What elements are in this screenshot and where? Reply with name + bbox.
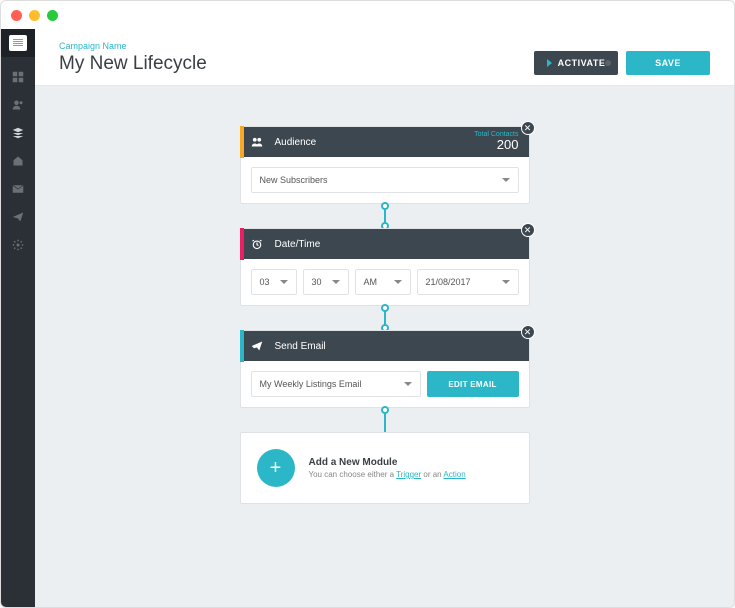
page-title: My New Lifecycle bbox=[59, 53, 207, 75]
connector bbox=[384, 204, 386, 228]
paper-plane-icon bbox=[251, 340, 263, 352]
hour-select[interactable]: 03 bbox=[251, 269, 297, 295]
email-select[interactable]: My Weekly Listings Email bbox=[251, 371, 421, 397]
accent-bar bbox=[240, 126, 244, 158]
caret-down-icon bbox=[502, 178, 510, 182]
titlebar bbox=[1, 1, 734, 29]
connector-knob bbox=[381, 406, 389, 414]
connector bbox=[384, 306, 386, 330]
campaign-label: Campaign Name bbox=[59, 41, 207, 51]
edit-email-button[interactable]: EDIT EMAIL bbox=[427, 371, 519, 397]
nav-contacts[interactable] bbox=[1, 91, 35, 119]
layers-icon bbox=[12, 127, 24, 139]
connector bbox=[384, 408, 386, 432]
workflow-canvas: Audience Total Contacts 200 ✕ New Subscr… bbox=[35, 86, 734, 607]
module-sendemail: Send Email ✕ My Weekly Listings Email ED… bbox=[240, 330, 530, 408]
caret-down-icon bbox=[394, 280, 402, 284]
audience-select[interactable]: New Subscribers bbox=[251, 167, 519, 193]
module-title: Send Email bbox=[275, 341, 326, 352]
main-content: Campaign Name My New Lifecycle ACTIVATE … bbox=[35, 29, 734, 607]
edit-label: EDIT EMAIL bbox=[448, 380, 496, 389]
select-value: 03 bbox=[260, 277, 270, 287]
module-body: New Subscribers bbox=[241, 157, 529, 203]
add-module-button[interactable]: + bbox=[257, 449, 295, 487]
nav-home[interactable] bbox=[1, 147, 35, 175]
nav-settings[interactable] bbox=[1, 231, 35, 259]
app-body: Campaign Name My New Lifecycle ACTIVATE … bbox=[1, 29, 734, 607]
select-value: 21/08/2017 bbox=[426, 277, 471, 287]
connector-knob bbox=[381, 304, 389, 312]
sidebar bbox=[1, 29, 35, 607]
accent-bar bbox=[240, 330, 244, 362]
minute-select[interactable]: 30 bbox=[303, 269, 349, 295]
users-icon bbox=[12, 99, 24, 111]
window-close-dot[interactable] bbox=[11, 10, 22, 21]
module-datetime: Date/Time ✕ 03 30 AM bbox=[240, 228, 530, 306]
module-audience-header: Audience Total Contacts 200 bbox=[241, 127, 529, 157]
accent-bar bbox=[240, 228, 244, 260]
status-indicator bbox=[605, 60, 611, 66]
add-module-card: + Add a New Module You can choose either… bbox=[240, 432, 530, 504]
module-title: Date/Time bbox=[275, 239, 321, 250]
home-icon bbox=[12, 155, 24, 167]
connector-knob bbox=[381, 202, 389, 210]
audience-icon bbox=[251, 136, 263, 148]
window-maximize-dot[interactable] bbox=[47, 10, 58, 21]
topbar: Campaign Name My New Lifecycle ACTIVATE … bbox=[35, 29, 734, 86]
envelope-icon bbox=[12, 183, 24, 195]
select-value: AM bbox=[364, 277, 378, 287]
module-close-button[interactable]: ✕ bbox=[521, 325, 535, 339]
select-value: New Subscribers bbox=[260, 175, 328, 185]
trigger-link[interactable]: Trigger bbox=[396, 470, 421, 479]
add-module-subtext: You can choose either a Trigger or an Ac… bbox=[309, 470, 466, 479]
nav-send[interactable] bbox=[1, 203, 35, 231]
ampm-select[interactable]: AM bbox=[355, 269, 411, 295]
date-select[interactable]: 21/08/2017 bbox=[417, 269, 519, 295]
clock-icon bbox=[251, 238, 263, 250]
module-audience: Audience Total Contacts 200 ✕ New Subscr… bbox=[240, 126, 530, 204]
title-block: Campaign Name My New Lifecycle bbox=[59, 41, 207, 75]
module-close-button[interactable]: ✕ bbox=[521, 223, 535, 237]
save-button[interactable]: SAVE bbox=[626, 51, 710, 75]
add-module-text: Add a New Module You can choose either a… bbox=[309, 457, 466, 479]
paper-plane-icon bbox=[12, 211, 24, 223]
module-title: Audience bbox=[275, 137, 317, 148]
nav-campaigns[interactable] bbox=[1, 119, 35, 147]
save-label: SAVE bbox=[655, 58, 681, 68]
caret-down-icon bbox=[280, 280, 288, 284]
nav-dashboard[interactable] bbox=[1, 63, 35, 91]
app-window: Campaign Name My New Lifecycle ACTIVATE … bbox=[0, 0, 735, 608]
contacts-value: 200 bbox=[497, 137, 519, 152]
brand-logo[interactable] bbox=[1, 29, 35, 57]
select-value: My Weekly Listings Email bbox=[260, 379, 362, 389]
module-body: 03 30 AM 21/08/2017 bbox=[241, 259, 529, 305]
caret-down-icon bbox=[404, 382, 412, 386]
module-sendemail-header: Send Email bbox=[241, 331, 529, 361]
window-minimize-dot[interactable] bbox=[29, 10, 40, 21]
module-datetime-header: Date/Time bbox=[241, 229, 529, 259]
activate-button[interactable]: ACTIVATE bbox=[534, 51, 618, 75]
action-link[interactable]: Action bbox=[443, 470, 465, 479]
top-actions: ACTIVATE SAVE bbox=[534, 51, 710, 75]
caret-down-icon bbox=[332, 280, 340, 284]
contacts-block: Total Contacts 200 bbox=[474, 131, 518, 152]
add-module-title: Add a New Module bbox=[309, 457, 466, 468]
play-icon bbox=[547, 59, 552, 67]
activate-label: ACTIVATE bbox=[558, 58, 606, 68]
nav-email[interactable] bbox=[1, 175, 35, 203]
grid-icon bbox=[12, 71, 24, 83]
module-body: My Weekly Listings Email EDIT EMAIL bbox=[241, 361, 529, 407]
caret-down-icon bbox=[502, 280, 510, 284]
select-value: 30 bbox=[312, 277, 322, 287]
module-close-button[interactable]: ✕ bbox=[521, 121, 535, 135]
gear-icon bbox=[12, 239, 24, 251]
